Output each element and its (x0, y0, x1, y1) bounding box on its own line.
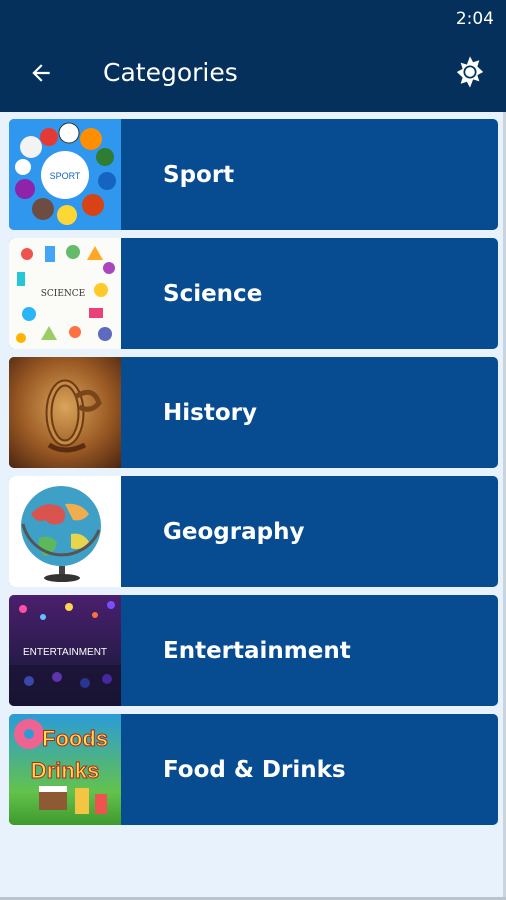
category-label: Food & Drinks (163, 756, 346, 783)
status-time: 2:04 (455, 9, 494, 29)
category-label: History (163, 399, 257, 426)
category-card-science[interactable]: SCIENCE Science (9, 238, 498, 349)
category-card-entertainment[interactable]: ENTERTAINMENT Entertainment (9, 595, 498, 706)
page-title: Categories (103, 58, 238, 87)
sport-thumbnail: SPORT (9, 119, 121, 230)
category-card-food-drinks[interactable]: Foods Drinks Food & Drinks (9, 714, 498, 825)
svg-text:ENTERTAINMENT: ENTERTAINMENT (23, 647, 107, 658)
category-label: Entertainment (163, 637, 351, 664)
category-label: Science (163, 280, 263, 307)
app-bar: 2:04 Categories (0, 0, 506, 112)
brightness-icon (456, 56, 484, 88)
svg-text:Foods: Foods (42, 726, 108, 751)
svg-text:SPORT: SPORT (50, 171, 81, 181)
geography-thumbnail (9, 476, 121, 587)
back-button[interactable] (22, 54, 60, 92)
theme-toggle-button[interactable] (450, 52, 490, 92)
arrow-left-icon (32, 64, 50, 82)
svg-text:SCIENCE: SCIENCE (41, 289, 86, 299)
entertainment-thumbnail: ENTERTAINMENT (9, 595, 121, 706)
history-thumbnail (9, 357, 121, 468)
science-thumbnail: SCIENCE (9, 238, 121, 349)
category-label: Geography (163, 518, 305, 545)
category-label: Sport (163, 161, 235, 188)
food-drinks-thumbnail: Foods Drinks (9, 714, 121, 825)
category-list: SPORT Sport SCIENCE Science History Geog… (9, 119, 498, 833)
svg-text:Drinks: Drinks (31, 758, 99, 783)
category-card-sport[interactable]: SPORT Sport (9, 119, 498, 230)
category-card-history[interactable]: History (9, 357, 498, 468)
category-card-geography[interactable]: Geography (9, 476, 498, 587)
